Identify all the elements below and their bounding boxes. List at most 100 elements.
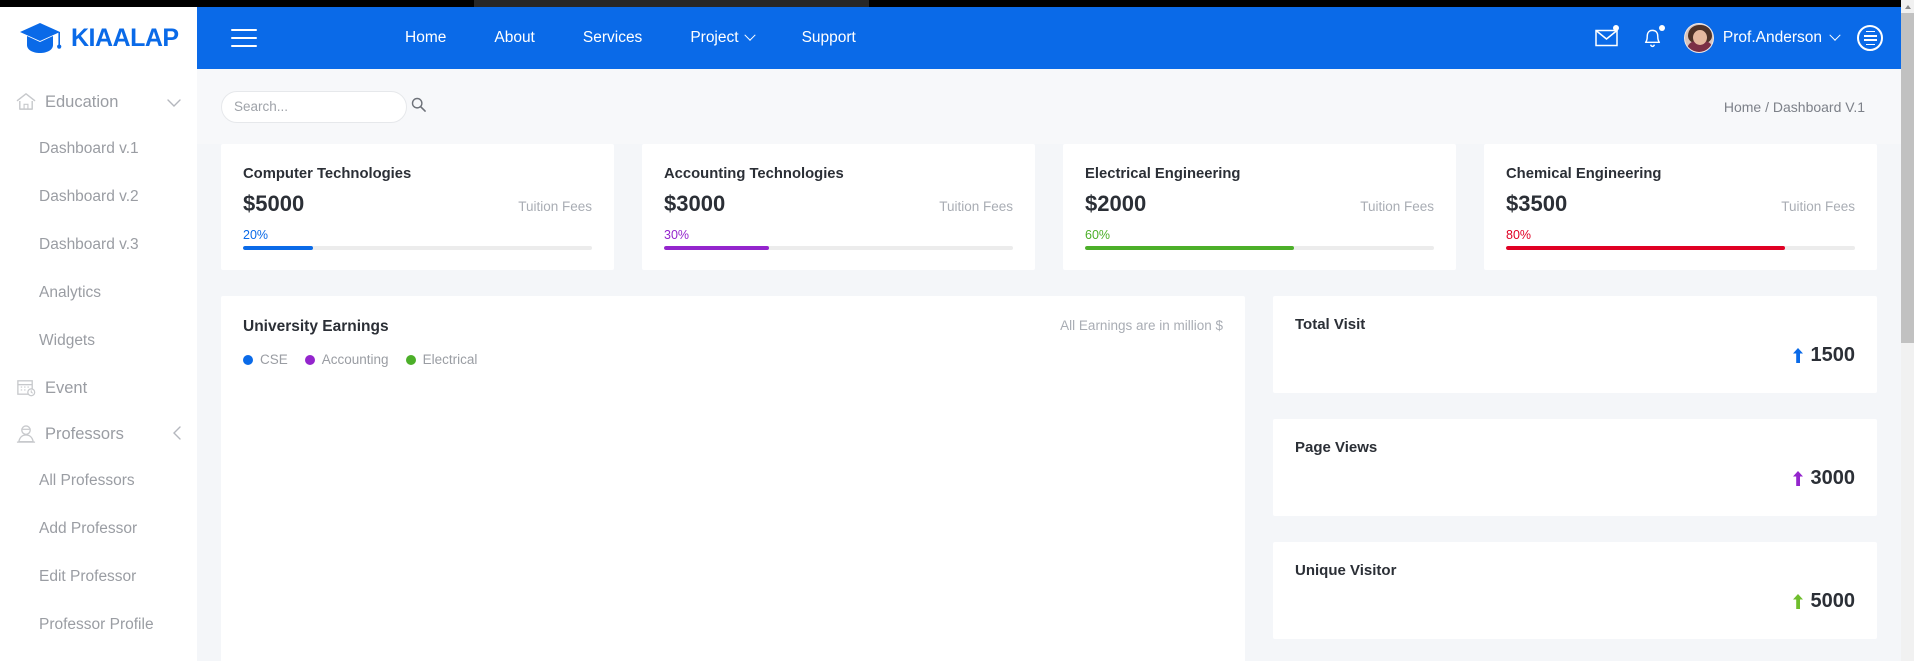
user-name: Prof.Anderson (1722, 29, 1822, 46)
messages-button[interactable] (1584, 15, 1630, 61)
stat-cards-row: Computer Technologies $5000 Tuition Fees… (197, 144, 1901, 270)
nav-link-label: Support (801, 29, 856, 46)
chevron-down-icon (1829, 29, 1841, 41)
stat-card-title: Accounting Technologies (664, 166, 844, 182)
app-root: KIAALAP Education Dashboard v.1 Dashboar (0, 7, 1914, 661)
content-toolbar: Home / Dashboard V.1 (197, 69, 1901, 144)
legend-label: Accounting (321, 352, 389, 367)
earnings-chart-canvas (243, 388, 1223, 661)
arrow-up-icon (1792, 471, 1804, 486)
lower-row: University Earnings All Earnings are in … (197, 270, 1901, 661)
earnings-note: All Earnings are in million $ (1060, 318, 1223, 333)
nav-link-project[interactable]: Project (666, 29, 777, 47)
earnings-title: University Earnings (243, 318, 389, 335)
nav-link-support[interactable]: Support (778, 29, 880, 47)
mini-card-value: 1500 (1810, 344, 1856, 366)
stat-card-note: Tuition Fees (939, 199, 1013, 214)
sidebar-item-label: Education (45, 92, 119, 111)
calendar-icon (14, 377, 40, 399)
stat-card-computer-technologies[interactable]: Computer Technologies $5000 Tuition Fees… (221, 144, 614, 270)
scroll-up-arrow-icon[interactable] (1901, 0, 1914, 13)
sidebar-subitem-dashboard-v3[interactable]: Dashboard v.3 (0, 221, 197, 269)
stat-card-title: Electrical Engineering (1085, 166, 1241, 182)
mini-card-title: Unique Visitor (1295, 562, 1397, 579)
nav-link-label: Services (582, 29, 643, 46)
stat-card-amount: $3500 (1506, 191, 1568, 216)
stat-card-title: Computer Technologies (243, 166, 412, 182)
circle-menu-icon[interactable] (1857, 25, 1883, 51)
legend-dot (405, 354, 416, 365)
stat-card-electrical-engineering[interactable]: Electrical Engineering $2000 Tuition Fee… (1063, 144, 1456, 270)
user-menu[interactable]: Prof.Anderson (1676, 23, 1849, 53)
sidebar-item-event[interactable]: Event (0, 365, 197, 411)
sidebar-subitem-professor-profile[interactable]: Professor Profile (0, 601, 197, 649)
search-box[interactable] (221, 90, 426, 123)
university-earnings-card: University Earnings All Earnings are in … (221, 296, 1245, 661)
nav-link-label: Home (405, 29, 447, 46)
progress-fill (664, 246, 769, 250)
scrollbar-thumb[interactable] (1901, 13, 1914, 343)
progress-fill (1506, 246, 1786, 250)
progress-fill (243, 246, 313, 250)
arrow-up-icon (1792, 348, 1804, 363)
sidebar-subitem-widgets[interactable]: Widgets (0, 317, 197, 365)
stat-card-amount: $2000 (1085, 191, 1147, 216)
mini-card-page-views[interactable]: Page Views 3000 (1273, 419, 1877, 516)
hamburger-icon[interactable] (231, 29, 257, 47)
breadcrumb[interactable]: Home / Dashboard V.1 (1724, 99, 1865, 115)
navbar-actions: Prof.Anderson (1584, 15, 1901, 61)
search-input[interactable] (234, 99, 411, 114)
chevron-down-icon (743, 29, 756, 41)
mini-card-title: Total Visit (1295, 316, 1366, 333)
chevron-left-icon[interactable] (173, 426, 181, 442)
legend-item-cse[interactable]: CSE (243, 352, 288, 367)
stat-card-note: Tuition Fees (1781, 199, 1855, 214)
sidebar-item-education[interactable]: Education (0, 79, 197, 125)
arrow-up-icon (1792, 594, 1804, 609)
chevron-down-icon[interactable] (167, 96, 181, 109)
home-icon (14, 91, 40, 113)
sidebar-subitem-analytics[interactable]: Analytics (0, 269, 197, 317)
legend-item-electrical[interactable]: Electrical (405, 352, 477, 367)
main-nav: Home About Services Project Support (381, 29, 880, 47)
nav-link-home[interactable]: Home (381, 29, 470, 47)
main-content: Home / Dashboard V.1 Computer Technologi… (197, 69, 1901, 661)
stat-card-accounting-technologies[interactable]: Accounting Technologies $3000 Tuition Fe… (642, 144, 1035, 270)
sidebar-item-label: Event (45, 378, 88, 397)
browser-tab-shade (474, 0, 869, 7)
stat-card-percent-label: 60% (1085, 228, 1111, 242)
notifications-button[interactable] (1630, 15, 1676, 61)
envelope-icon (1595, 29, 1618, 47)
progress-bar (1506, 246, 1855, 250)
sidebar-item-professors[interactable]: Professors (0, 411, 197, 457)
page-scrollbar[interactable] (1901, 0, 1914, 661)
sidebar-subitem-dashboard-v2[interactable]: Dashboard v.2 (0, 173, 197, 221)
sidebar-subitem-add-professor[interactable]: Add Professor (0, 505, 197, 553)
progress-fill (1085, 246, 1295, 250)
sidebar-subitem-edit-professor[interactable]: Edit Professor (0, 553, 197, 601)
search-icon[interactable] (411, 97, 426, 117)
legend-label: CSE (260, 352, 288, 367)
sidebar: KIAALAP Education Dashboard v.1 Dashboar (0, 7, 197, 661)
sidebar-item-label: Professors (45, 424, 124, 443)
sidebar-subitem-all-professors[interactable]: All Professors (0, 457, 197, 505)
progress-bar (664, 246, 1013, 250)
mini-card-title: Page Views (1295, 439, 1378, 456)
nav-link-about[interactable]: About (470, 29, 559, 47)
stat-card-amount: $3000 (664, 191, 726, 216)
stat-card-amount: $5000 (243, 191, 305, 216)
brand[interactable]: KIAALAP (0, 7, 197, 69)
mini-card-value: 3000 (1810, 467, 1856, 489)
stat-card-title: Chemical Engineering (1506, 166, 1662, 182)
sidebar-subitem-dashboard-v1[interactable]: Dashboard v.1 (0, 125, 197, 173)
stat-card-note: Tuition Fees (518, 199, 592, 214)
mini-card-total-visit[interactable]: Total Visit 1500 (1273, 296, 1877, 393)
legend-dot (243, 354, 253, 365)
nav-link-label: About (494, 29, 535, 46)
legend-item-accounting[interactable]: Accounting (304, 352, 389, 367)
stat-card-chemical-engineering[interactable]: Chemical Engineering $3500 Tuition Fees … (1484, 144, 1877, 270)
professor-icon (14, 423, 40, 445)
nav-link-services[interactable]: Services (559, 29, 666, 47)
mini-card-unique-visitor[interactable]: Unique Visitor 5000 (1273, 542, 1877, 639)
legend-dot (304, 354, 315, 365)
